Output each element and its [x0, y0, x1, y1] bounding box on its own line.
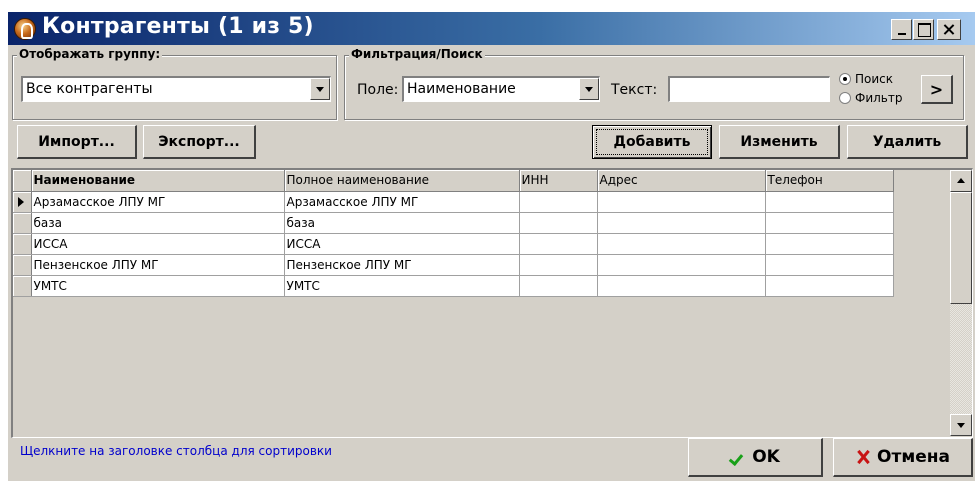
- cell-inn[interactable]: [519, 275, 598, 297]
- cell-inn[interactable]: [519, 191, 598, 213]
- search-mode-radio[interactable]: Поиск: [839, 72, 893, 86]
- cancel-label: Отмена: [877, 447, 950, 467]
- chevron-down-icon[interactable]: [310, 78, 330, 100]
- cell-phone[interactable]: [765, 212, 894, 234]
- cell-name[interactable]: ИССА: [31, 233, 285, 255]
- cell-name[interactable]: УМТС: [31, 275, 285, 297]
- edit-button[interactable]: Изменить: [719, 125, 840, 159]
- cell-phone[interactable]: [765, 233, 894, 255]
- check-icon: [730, 449, 746, 465]
- filter-mode-label: Фильтр: [855, 91, 903, 105]
- cancel-button[interactable]: Отмена: [833, 438, 973, 477]
- add-button[interactable]: Добавить: [592, 125, 712, 159]
- search-box: Фильтрация/Поиск Поле: Наименование Текс…: [344, 47, 964, 120]
- cell-full-name[interactable]: Пензенское ЛПУ МГ: [284, 254, 520, 276]
- column-header-full-name[interactable]: Полное наименование: [284, 170, 520, 192]
- column-header-name[interactable]: Наименование: [31, 170, 285, 192]
- vertical-scrollbar[interactable]: [950, 170, 972, 436]
- import-button[interactable]: Импорт...: [17, 125, 137, 159]
- close-button[interactable]: [937, 19, 961, 40]
- search-mode-label: Поиск: [855, 72, 894, 86]
- scroll-up-icon[interactable]: [950, 170, 972, 192]
- contractors-table: Наименование Полное наименование ИНН Адр…: [13, 170, 894, 297]
- row-indicator[interactable]: [13, 254, 32, 276]
- table-row[interactable]: база база: [13, 212, 894, 234]
- row-indicator[interactable]: [13, 212, 32, 234]
- cell-address[interactable]: [597, 191, 766, 213]
- table-header-row: Наименование Полное наименование ИНН Адр…: [13, 170, 894, 192]
- scroll-thumb[interactable]: [950, 192, 972, 304]
- column-header-address[interactable]: Адрес: [597, 170, 766, 192]
- window-title: Контрагенты (1 из 5): [42, 14, 314, 39]
- cell-name[interactable]: Арзамасское ЛПУ МГ: [31, 191, 285, 213]
- column-header-phone[interactable]: Телефон: [765, 170, 894, 192]
- ok-label: OK: [752, 447, 780, 467]
- radio-unchecked-icon[interactable]: [839, 92, 851, 104]
- cell-address[interactable]: [597, 275, 766, 297]
- table-row[interactable]: ИССА ИССА: [13, 233, 894, 255]
- contractors-window: Контрагенты (1 из 5) Отображать группу: …: [8, 12, 975, 481]
- search-box-label: Фильтрация/Поиск: [349, 47, 485, 61]
- grid-body: Наименование Полное наименование ИНН Адр…: [13, 170, 933, 436]
- row-indicator-header: [13, 170, 32, 192]
- table-row[interactable]: Арзамасское ЛПУ МГ Арзамасское ЛПУ МГ: [13, 191, 894, 213]
- cell-name[interactable]: Пензенское ЛПУ МГ: [31, 254, 285, 276]
- ok-button[interactable]: OK: [688, 438, 823, 477]
- sort-hint: Щелкните на заголовке столбца для сортир…: [20, 444, 332, 458]
- cell-address[interactable]: [597, 233, 766, 255]
- app-icon: [14, 18, 36, 40]
- cell-phone[interactable]: [765, 191, 894, 213]
- group-filter-box: Отображать группу: Все контрагенты: [12, 47, 337, 120]
- export-button[interactable]: Экспорт...: [143, 125, 256, 159]
- delete-button[interactable]: Удалить: [847, 125, 968, 159]
- current-row-arrow-icon: [18, 196, 24, 207]
- row-indicator[interactable]: [13, 275, 32, 297]
- group-select-value: Все контрагенты: [26, 81, 153, 97]
- filter-mode-radio[interactable]: Фильтр: [839, 91, 902, 105]
- chevron-down-icon[interactable]: [579, 78, 599, 100]
- row-indicator[interactable]: [13, 191, 32, 213]
- search-text-input[interactable]: [668, 76, 830, 102]
- minimize-button[interactable]: [891, 19, 912, 40]
- apply-search-button[interactable]: >: [921, 75, 953, 104]
- group-select[interactable]: Все контрагенты: [21, 76, 331, 102]
- scroll-down-icon[interactable]: [950, 414, 972, 436]
- title-bar[interactable]: Контрагенты (1 из 5): [8, 12, 975, 45]
- cell-inn[interactable]: [519, 233, 598, 255]
- row-indicator[interactable]: [13, 233, 32, 255]
- cell-phone[interactable]: [765, 275, 894, 297]
- field-select[interactable]: Наименование: [402, 76, 600, 102]
- column-header-inn[interactable]: ИНН: [519, 170, 598, 192]
- field-select-value: Наименование: [407, 81, 516, 97]
- cell-phone[interactable]: [765, 254, 894, 276]
- field-label: Поле:: [357, 82, 399, 98]
- cell-inn[interactable]: [519, 254, 598, 276]
- cell-address[interactable]: [597, 212, 766, 234]
- cell-full-name[interactable]: Арзамасское ЛПУ МГ: [284, 191, 520, 213]
- group-filter-label: Отображать группу:: [17, 47, 163, 61]
- cell-full-name[interactable]: УМТС: [284, 275, 520, 297]
- x-icon: [855, 449, 871, 465]
- maximize-button[interactable]: [913, 19, 934, 40]
- cell-inn[interactable]: [519, 212, 598, 234]
- radio-checked-icon[interactable]: [839, 73, 851, 85]
- cell-full-name[interactable]: база: [284, 212, 520, 234]
- contractors-grid[interactable]: Наименование Полное наименование ИНН Адр…: [11, 168, 973, 438]
- table-row[interactable]: Пензенское ЛПУ МГ Пензенское ЛПУ МГ: [13, 254, 894, 276]
- cell-name[interactable]: база: [31, 212, 285, 234]
- cell-address[interactable]: [597, 254, 766, 276]
- text-label: Текст:: [611, 82, 658, 98]
- table-row[interactable]: УМТС УМТС: [13, 275, 894, 297]
- cell-full-name[interactable]: ИССА: [284, 233, 520, 255]
